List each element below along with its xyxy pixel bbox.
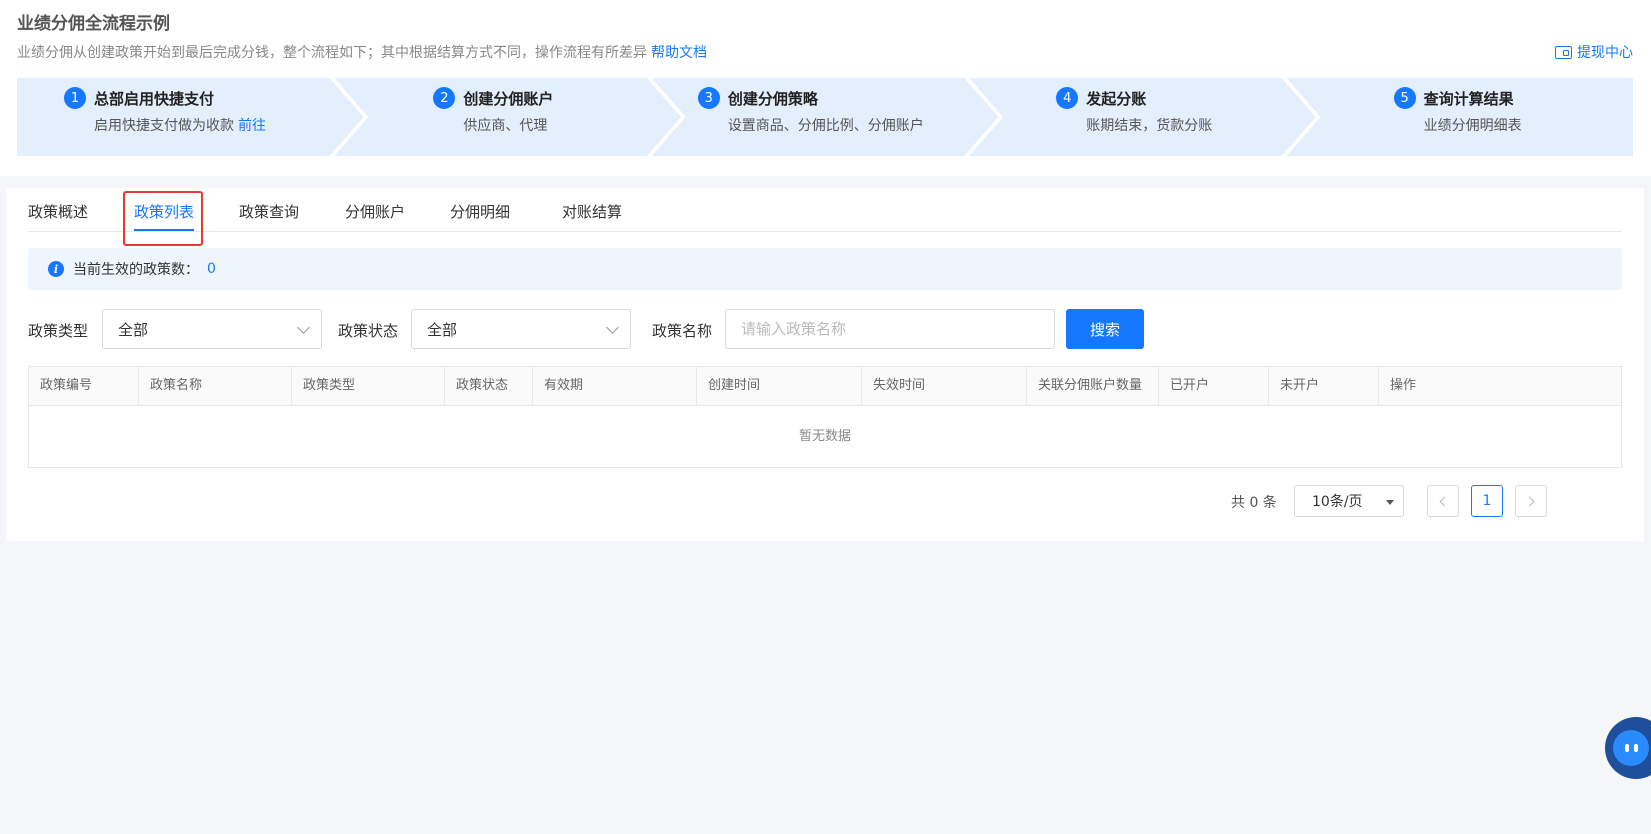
chevron-down-icon xyxy=(606,321,619,334)
empty-state: 暂无数据 xyxy=(798,429,851,444)
next-page-button[interactable] xyxy=(1515,485,1547,517)
chevron-left-icon xyxy=(1439,496,1450,506)
search-button[interactable]: 搜索 xyxy=(1066,309,1144,349)
info-label: 当前生效的政策数： xyxy=(73,262,199,278)
column-header: 创建时间 xyxy=(697,367,862,405)
policy-type-value: 全部 xyxy=(118,320,149,339)
wallet-icon xyxy=(1555,45,1572,59)
active-tab-underline xyxy=(134,229,195,231)
tab-commission-accounts[interactable]: 分佣账户 xyxy=(345,201,405,222)
column-header: 失效时间 xyxy=(862,367,1027,405)
tab-reconciliation[interactable]: 对账结算 xyxy=(562,201,622,222)
column-header: 关联分佣账户数量 xyxy=(1027,367,1159,405)
top-section: 业绩分佣全流程示例 业绩分佣从创建政策开始到最后完成分钱，整个流程如下；其中根据… xyxy=(0,0,1651,176)
step-title: 发起分账 xyxy=(1086,89,1147,108)
policy-table: 政策编号 政策名称 政策类型 政策状态 有效期 创建时间 失效时间 关联分佣账户… xyxy=(28,366,1622,468)
info-icon: i xyxy=(48,261,64,277)
step-number: 2 xyxy=(433,87,455,109)
policy-list-card: 政策概述 政策列表 政策查询 分佣账户 分佣明细 对账结算 i 当前生效的政策数… xyxy=(6,188,1644,541)
step-2: 2 创建分佣账户 供应商、代理 xyxy=(334,78,680,156)
column-header: 政策状态 xyxy=(445,367,533,405)
column-header: 有效期 xyxy=(533,367,697,405)
chevron-down-icon xyxy=(297,321,310,334)
active-policy-count: 0 xyxy=(207,261,216,277)
process-steps: 1 总部启用快捷支付 启用快捷支付做为收款 前往 2 创建分佣账户 供应商、代理 … xyxy=(17,78,1634,156)
tab-policy-query[interactable]: 政策查询 xyxy=(239,201,299,222)
tab-commission-details[interactable]: 分佣明细 xyxy=(450,201,510,222)
caret-down-icon xyxy=(1386,500,1394,505)
tab-label: 政策列表 xyxy=(134,203,195,221)
step-number: 4 xyxy=(1056,87,1078,109)
step-title: 查询计算结果 xyxy=(1423,89,1514,108)
filter-row: 政策类型 全部 政策状态 全部 政策名称 搜索 xyxy=(28,309,1144,349)
step-subtitle: 启用快捷支付做为收款 xyxy=(94,118,234,134)
step-number: 1 xyxy=(64,87,86,109)
step-subtitle: 业绩分佣明细表 xyxy=(1423,118,1522,134)
policy-status-select[interactable]: 全部 xyxy=(411,309,631,349)
step-subtitle: 设置商品、分佣比例、分佣账户 xyxy=(727,118,924,134)
total-count: 共 0 条 xyxy=(1231,495,1277,511)
column-header: 政策名称 xyxy=(139,367,292,405)
tab-overview[interactable]: 政策概述 xyxy=(28,201,88,222)
assistant-float-button[interactable] xyxy=(1605,717,1651,779)
step-title: 创建分佣策略 xyxy=(727,89,818,108)
prev-page-button[interactable] xyxy=(1427,485,1459,517)
table-header: 政策编号 政策名称 政策类型 政策状态 有效期 创建时间 失效时间 关联分佣账户… xyxy=(29,367,1621,406)
step-number: 3 xyxy=(698,87,720,109)
tab-bar: 政策概述 政策列表 政策查询 分佣账户 分佣明细 对账结算 xyxy=(28,188,1622,232)
robot-icon xyxy=(1613,730,1649,766)
active-policy-info: i 当前生效的政策数： 0 xyxy=(28,248,1622,290)
policy-type-select[interactable]: 全部 xyxy=(102,309,322,349)
page-title: 业绩分佣全流程示例 xyxy=(17,14,170,34)
policy-status-label: 政策状态 xyxy=(338,322,399,340)
policy-type-label: 政策类型 xyxy=(28,322,89,340)
withdraw-label: 提现中心 xyxy=(1577,45,1633,61)
policy-name-input[interactable] xyxy=(725,309,1055,349)
policy-name-label: 政策名称 xyxy=(652,322,713,340)
policy-status-value: 全部 xyxy=(427,320,458,339)
tab-policy-list[interactable]: 政策列表 xyxy=(134,201,195,231)
step-subtitle: 供应商、代理 xyxy=(463,118,548,134)
robot-eye xyxy=(1624,744,1629,752)
page-size-select[interactable]: 10条/页 xyxy=(1294,485,1404,517)
page-size-value: 10条/页 xyxy=(1312,494,1363,510)
step-3: 3 创建分佣策略 设置商品、分佣比例、分佣账户 xyxy=(652,78,998,156)
column-header: 政策类型 xyxy=(292,367,445,405)
pagination: 共 0 条 10条/页 1 xyxy=(1231,485,1622,517)
withdraw-center-link[interactable]: 提现中心 xyxy=(1555,42,1633,62)
help-doc-link[interactable]: 帮助文档 xyxy=(651,45,707,61)
step-5: 5 查询计算结果 业绩分佣明细表 xyxy=(1286,78,1634,156)
page-description: 业绩分佣从创建政策开始到最后完成分钱，整个流程如下；其中根据结算方式不同，操作流… xyxy=(17,42,707,62)
step-1: 1 总部启用快捷支付 启用快捷支付做为收款 前往 xyxy=(17,78,363,156)
column-header: 政策编号 xyxy=(29,367,139,405)
step-title: 创建分佣账户 xyxy=(463,89,554,108)
step-title: 总部启用快捷支付 xyxy=(94,89,215,108)
step-4: 4 发起分账 账期结束，货款分账 xyxy=(969,78,1315,156)
column-header: 未开户 xyxy=(1269,367,1379,405)
column-header: 操作 xyxy=(1390,378,1417,393)
robot-eye xyxy=(1633,744,1638,752)
page-number-button[interactable]: 1 xyxy=(1471,485,1503,517)
step-subtitle: 账期结束，货款分账 xyxy=(1086,118,1213,134)
goto-link[interactable]: 前往 xyxy=(238,118,266,134)
chevron-right-icon xyxy=(1524,496,1535,506)
description-text: 业绩分佣从创建政策开始到最后完成分钱，整个流程如下；其中根据结算方式不同，操作流… xyxy=(17,45,647,61)
column-header: 已开户 xyxy=(1159,367,1269,405)
step-number: 5 xyxy=(1393,87,1416,109)
